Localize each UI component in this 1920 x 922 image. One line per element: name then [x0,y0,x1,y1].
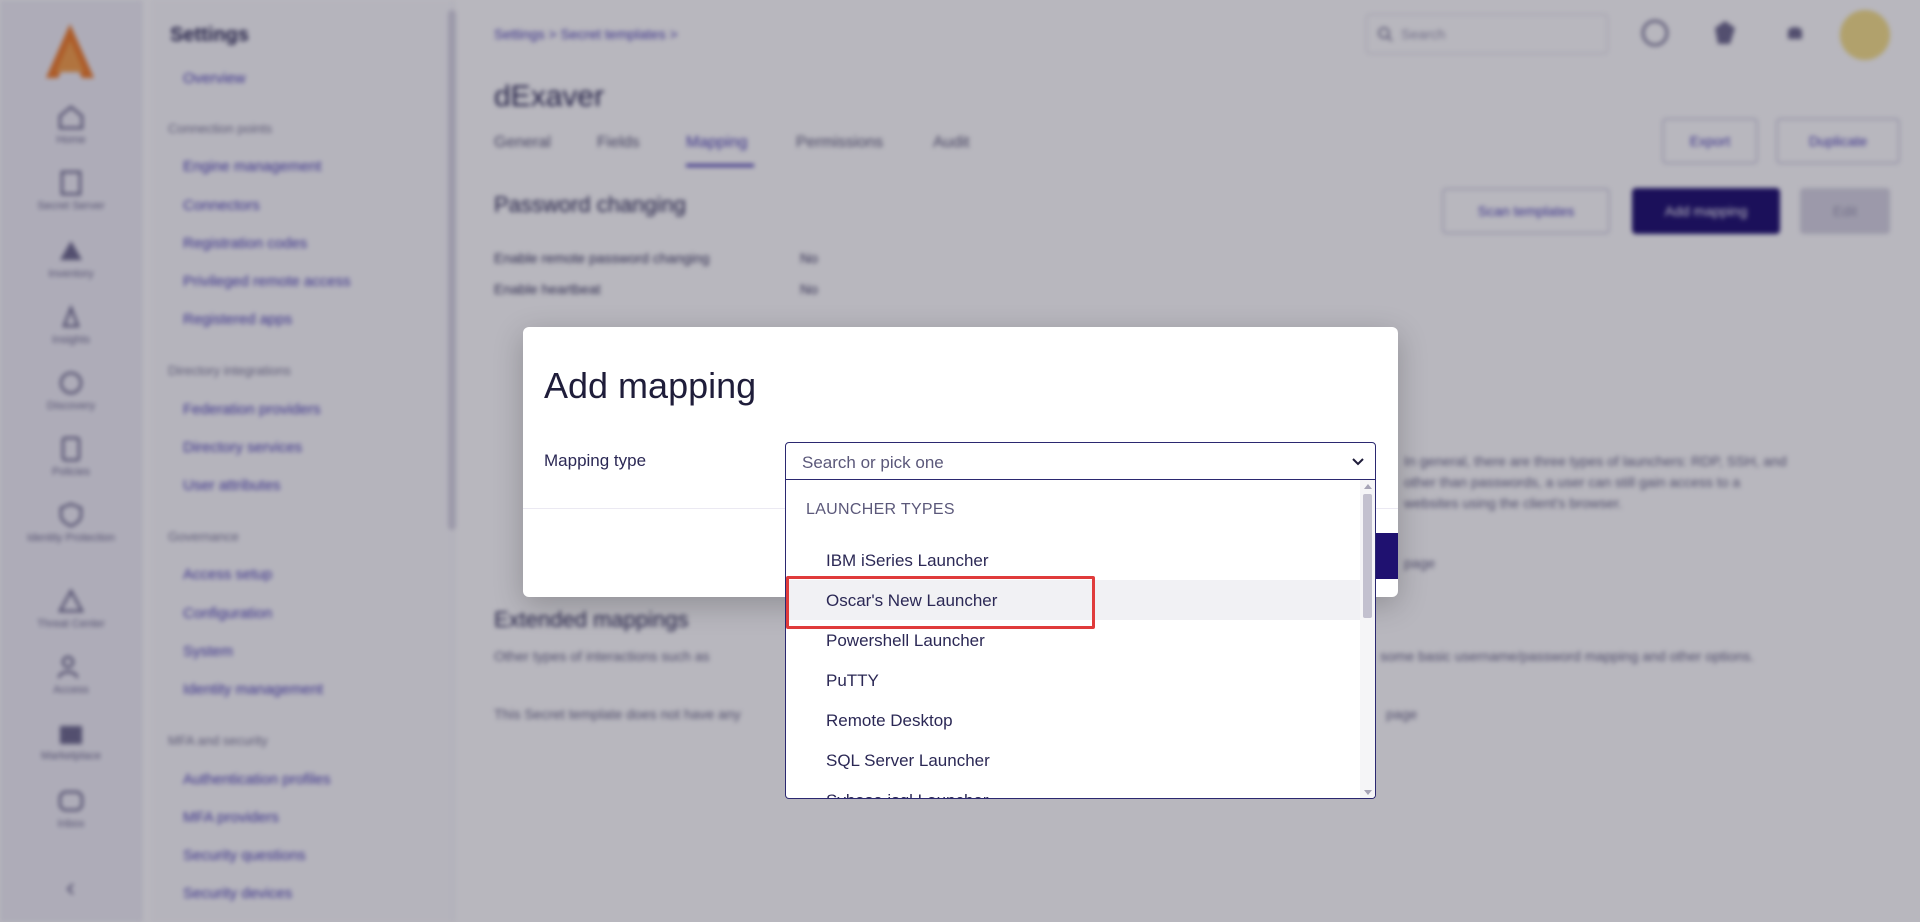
mapping-type-dropdown: LAUNCHER TYPES IBM iSeries Launcher Osca… [785,480,1376,799]
option-label: Remote Desktop [826,711,953,730]
option-label: PuTTY [826,671,879,690]
scroll-up-icon[interactable] [1364,484,1372,489]
option-ibm-iseries-launcher[interactable]: IBM iSeries Launcher [786,540,1361,580]
option-sql-server-launcher[interactable]: SQL Server Launcher [786,740,1361,780]
scrollbar-thumb[interactable] [1363,494,1372,618]
dialog-title: Add mapping [544,365,757,406]
option-label: IBM iSeries Launcher [826,551,989,570]
option-label: Sybase isql Launcher [826,791,989,798]
option-remote-desktop[interactable]: Remote Desktop [786,700,1361,740]
mapping-type-combobox[interactable]: Search or pick one [785,442,1376,480]
combobox-placeholder: Search or pick one [802,453,944,472]
mapping-type-label: Mapping type [544,451,647,470]
dropdown-scrollbar[interactable] [1360,480,1375,798]
option-label: Powershell Launcher [826,631,985,650]
annotation-highlight-box [786,576,1095,629]
option-putty[interactable]: PuTTY [786,660,1361,700]
chevron-down-icon[interactable] [1351,455,1365,469]
scroll-down-icon[interactable] [1364,790,1372,795]
option-sybase-isql-launcher[interactable]: Sybase isql Launcher [786,780,1361,798]
option-label: SQL Server Launcher [826,751,990,770]
dropdown-group-label: LAUNCHER TYPES [806,501,955,518]
